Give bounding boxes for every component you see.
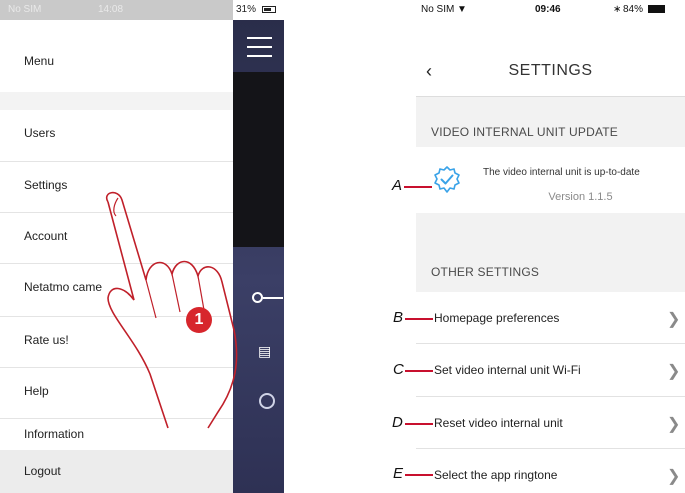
menu-header: Menu	[24, 54, 55, 68]
callout-line-a	[404, 186, 432, 188]
menu-item-label: Information	[24, 427, 85, 441]
callout-letter-c: C	[393, 361, 404, 378]
wifi-icon: ▼	[457, 4, 467, 15]
right-phone-screen: No SIM ▼ 09:46 ∗ 84% ‹ SETTINGS VIDEO IN…	[416, 0, 685, 493]
row-label: Homepage preferences	[434, 311, 560, 325]
app-ringtone-row[interactable]: Select the app ringtone ❯	[416, 449, 685, 493]
row-label: Select the app ringtone	[434, 468, 558, 482]
menu-item-label: Logout	[24, 464, 61, 478]
section-header-other-settings: OTHER SETTINGS	[416, 213, 685, 292]
light-icon[interactable]	[259, 393, 275, 409]
section-header-label: VIDEO INTERNAL UNIT UPDATE	[431, 125, 619, 139]
callout-line-b	[405, 318, 433, 320]
battery-icon	[262, 6, 276, 13]
status-bar: No SIM 14:08 31%	[0, 0, 284, 20]
hamburger-icon[interactable]	[247, 37, 272, 57]
chevron-right-icon: ❯	[667, 311, 681, 328]
callout-letter-a: A	[392, 177, 403, 194]
status-battery-text: 31%	[236, 4, 257, 15]
gate-icon[interactable]: ▤	[258, 343, 271, 360]
step-number-badge: 1	[186, 307, 212, 333]
menu-item-label: Help	[24, 384, 49, 398]
callout-line-e	[405, 474, 433, 476]
menu-item-label: Users	[24, 126, 56, 140]
page-title: SETTINGS	[508, 62, 593, 79]
row-label: Reset video internal unit	[434, 416, 563, 430]
chevron-right-icon: ❯	[667, 468, 681, 485]
menu-item-logout[interactable]: Logout	[0, 450, 233, 493]
callout-letter-d: D	[392, 414, 403, 431]
homepage-preferences-row[interactable]: Homepage preferences ❯	[416, 292, 685, 344]
left-phone-screen: No SIM 14:08 31% Menu Users Settings Acc…	[0, 0, 284, 493]
bluetooth-icon: ∗	[613, 4, 622, 15]
callout-line-c	[405, 370, 433, 372]
chevron-right-icon: ❯	[667, 416, 681, 433]
menu-item-label: Settings	[24, 178, 68, 192]
menu-item-users[interactable]: Users	[0, 110, 233, 161]
status-battery-text: 84%	[623, 4, 644, 15]
section-header-label: OTHER SETTINGS	[431, 265, 540, 279]
section-header-update: VIDEO INTERNAL UNIT UPDATE	[416, 97, 685, 147]
callout-letter-b: B	[393, 309, 404, 326]
status-time: 09:46	[535, 4, 561, 15]
reset-unit-row[interactable]: Reset video internal unit ❯	[416, 397, 685, 449]
hand-pointer-icon	[105, 191, 238, 429]
battery-icon	[648, 5, 665, 13]
callout-line-d	[405, 423, 433, 425]
status-time: 14:08	[98, 4, 124, 15]
menu-divider-gap	[0, 92, 233, 110]
update-version: Version 1.1.5	[548, 191, 613, 203]
update-status-text: The video internal unit is up-to-date	[483, 167, 640, 178]
callout-letter-e: E	[393, 465, 404, 482]
status-carrier: No SIM	[421, 4, 455, 15]
menu-item-label: Account	[24, 229, 68, 243]
set-wifi-row[interactable]: Set video internal unit Wi-Fi ❯	[416, 344, 685, 396]
chevron-right-icon: ❯	[667, 363, 681, 380]
menu-item-label: Rate us!	[24, 333, 69, 347]
row-label: Set video internal unit Wi-Fi	[434, 363, 581, 377]
status-carrier: No SIM	[8, 4, 42, 15]
